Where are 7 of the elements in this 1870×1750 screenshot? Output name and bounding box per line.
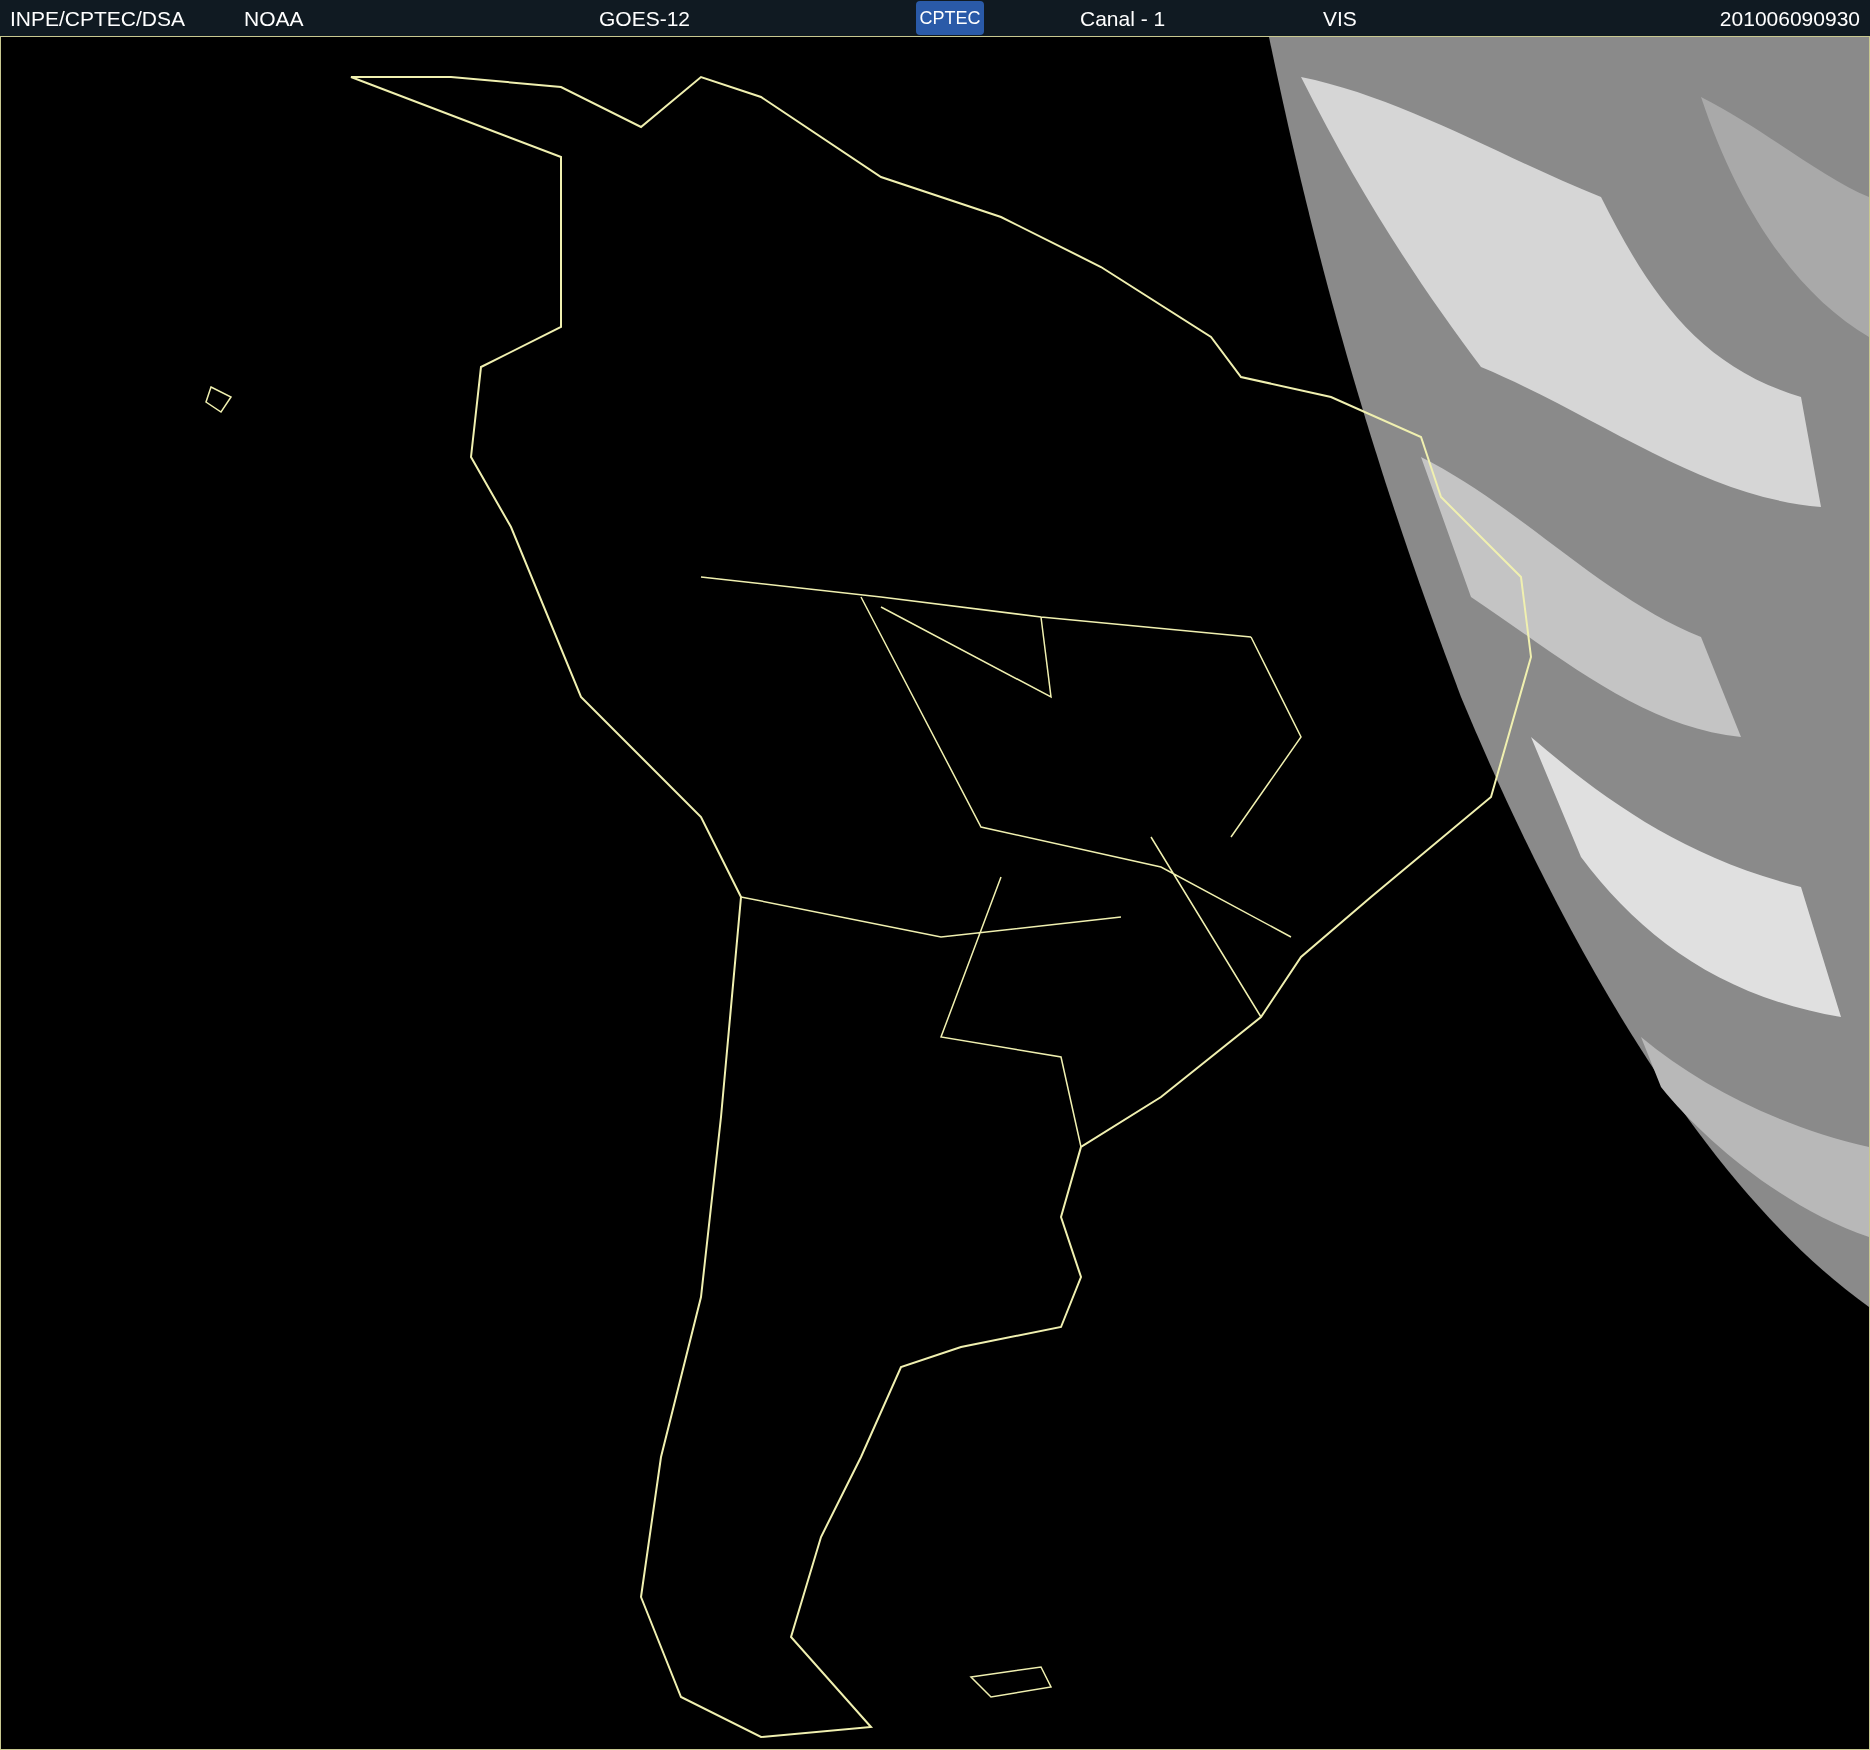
source-label: INPE/CPTEC/DSA — [10, 7, 187, 29]
logo: CPTEC — [916, 1, 984, 35]
agency-label: NOAA — [244, 7, 305, 29]
band-label: VIS — [1323, 7, 1358, 29]
channel-label: Canal - 1 — [1080, 7, 1167, 29]
satellite-label: GOES-12 — [599, 7, 692, 29]
timestamp-label: 201006090930 — [1719, 7, 1860, 29]
